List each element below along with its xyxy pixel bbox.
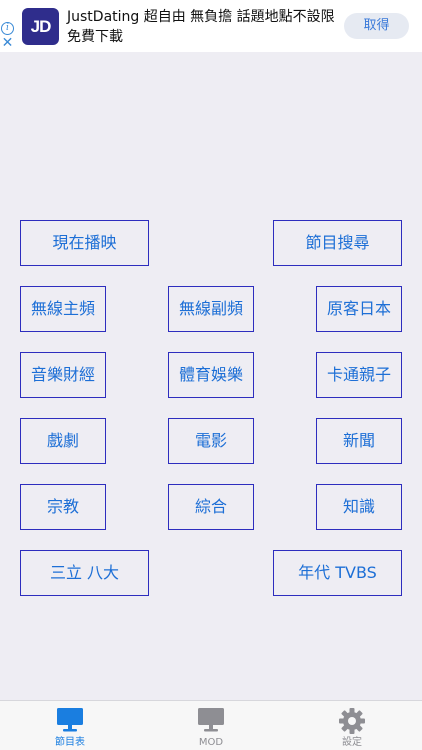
monitor-icon (57, 708, 83, 732)
gear-icon (339, 708, 365, 734)
movies-button[interactable]: 電影 (168, 418, 254, 464)
tab-mod-label: MOD (198, 737, 224, 748)
tab-bar: 節目表 MOD 設定 (0, 700, 422, 750)
monitor-icon (198, 708, 224, 732)
wireless-main-button[interactable]: 無線主頻 (20, 286, 106, 332)
sanli-bada-button[interactable]: 三立 八大 (20, 550, 149, 596)
cartoon-family-button[interactable]: 卡通親子 (316, 352, 402, 398)
ad-close-icon[interactable]: ✕ (1, 36, 14, 50)
program-search-button[interactable]: 節目搜尋 (273, 220, 402, 266)
ad-logo[interactable]: JD (22, 8, 59, 45)
ad-headline[interactable]: JustDating 超自由 無負擔 話題地點不設限 免費下載 (67, 7, 339, 47)
wireless-sub-button[interactable]: 無線副頻 (168, 286, 254, 332)
tab-settings-label: 設定 (342, 737, 362, 748)
tab-settings[interactable]: 設定 (282, 701, 422, 750)
variety-button[interactable]: 綜合 (168, 484, 254, 530)
sports-entertainment-button[interactable]: 體育娛樂 (168, 352, 254, 398)
tab-mod[interactable]: MOD (141, 701, 281, 750)
music-finance-button[interactable]: 音樂財經 (20, 352, 106, 398)
tab-program-guide-label: 節目表 (55, 737, 85, 748)
tab-program-guide[interactable]: 節目表 (0, 701, 140, 750)
drama-button[interactable]: 戲劇 (20, 418, 106, 464)
era-tvbs-button[interactable]: 年代 TVBS (273, 550, 402, 596)
hakka-japan-button[interactable]: 原客日本 (316, 286, 402, 332)
ad-info-icon[interactable]: i (1, 22, 14, 35)
ad-get-button[interactable]: 取得 (344, 13, 409, 39)
news-button[interactable]: 新聞 (316, 418, 402, 464)
knowledge-button[interactable]: 知識 (316, 484, 402, 530)
now-playing-button[interactable]: 現在播映 (20, 220, 149, 266)
religion-button[interactable]: 宗教 (20, 484, 106, 530)
ad-banner[interactable]: i ✕ JD JustDating 超自由 無負擔 話題地點不設限 免費下載 取… (0, 0, 422, 52)
